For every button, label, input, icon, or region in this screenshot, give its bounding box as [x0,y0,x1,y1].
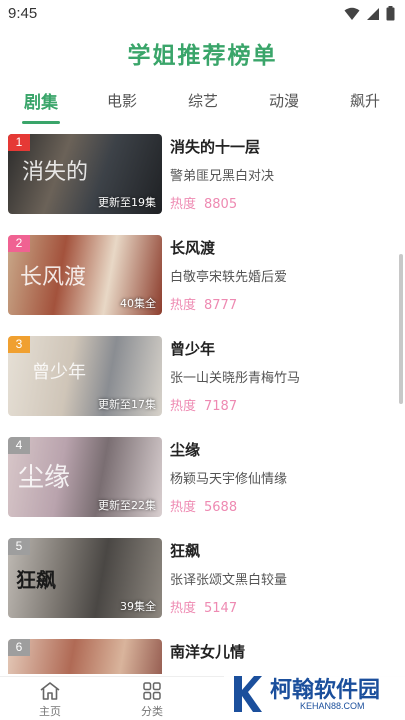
heat-score: 热度 8805 [170,193,237,212]
heat-value: 5688 [204,500,238,515]
nav-category-label: 分类 [141,705,163,718]
poster: 长风渡 2 40集全 [8,235,162,315]
item-title: 曾少年 [170,340,216,358]
watermark-logo-icon [234,676,262,712]
poster: 尘缘 4 更新至22集 [8,437,162,517]
tab-variety[interactable]: 综艺 [173,90,233,111]
tab-anime[interactable]: 动漫 [254,90,314,111]
page-title: 学姐推荐榜单 [127,43,278,69]
nav-home[interactable]: 主页 [20,681,80,719]
poster: 消失的 1 更新至19集 [8,134,162,214]
watermark: 柯翰软件园 KEHAN88.COM [224,668,405,720]
list-item[interactable]: 长风渡 2 40集全 长风渡 白敬亭宋轶先婚后爱 热度 8777 [8,235,398,317]
episode-status: 更新至19集 [98,196,156,209]
heat-label: 热度 [170,399,197,414]
rank-badge: 5 [8,538,30,555]
item-title: 长风渡 [170,239,216,257]
heat-score: 热度 5688 [170,496,237,515]
poster-title: 曾少年 [32,362,86,383]
status-bar: 9:45 [0,0,405,28]
heat-value: 5147 [204,601,238,616]
category-tabs: 剧集 电影 综艺 动漫 飙升 [0,86,405,126]
item-title: 南洋女儿情 [170,643,246,661]
list-item[interactable]: 狂飙 5 39集全 狂飙 张译张颂文黑白较量 热度 5147 [8,538,398,620]
battery-icon [386,6,395,21]
item-description: 警弟匪兄黑白对决 [170,169,275,184]
item-title: 狂飙 [170,542,201,560]
watermark-subtext: KEHAN88.COM [300,701,365,711]
heat-label: 热度 [170,298,197,313]
ranking-list[interactable]: 消失的 1 更新至19集 消失的十一层 警弟匪兄黑白对决 热度 8805 长风渡 … [0,134,405,674]
tab-drama[interactable]: 剧集 [11,88,71,113]
heat-value: 8777 [204,298,238,313]
tab-trending[interactable]: 飙升 [335,90,395,111]
poster-title: 尘缘 [18,463,71,493]
nav-category[interactable]: 分类 [122,681,182,719]
rank-badge: 4 [8,437,30,454]
item-title: 尘缘 [170,441,201,459]
signal-icon [367,7,379,20]
heat-label: 热度 [170,601,197,616]
rank-badge: 3 [8,336,30,353]
status-icons [344,6,395,21]
item-title: 消失的十一层 [170,138,261,156]
poster: 曾少年 3 更新至17集 [8,336,162,416]
wifi-icon [344,7,360,20]
rank-badge: 1 [8,134,30,151]
item-description: 张译张颂文黑白较量 [170,573,288,588]
active-tab-indicator [22,121,60,124]
nav-home-label: 主页 [39,705,61,718]
grid-icon [143,682,161,700]
item-description: 杨颖马天宇修仙情缘 [170,472,288,487]
poster: 狂飙 5 39集全 [8,538,162,618]
rank-badge: 2 [8,235,30,252]
episode-status: 39集全 [120,600,156,613]
scrollbar[interactable] [399,254,403,404]
rank-badge: 6 [8,639,30,656]
heat-score: 热度 8777 [170,294,237,313]
list-item[interactable]: 消失的 1 更新至19集 消失的十一层 警弟匪兄黑白对决 热度 8805 [8,134,398,216]
poster-title: 狂飙 [16,568,56,592]
heat-value: 7187 [204,399,238,414]
episode-status: 40集全 [120,297,156,310]
episode-status: 更新至22集 [98,499,156,512]
episode-status: 更新至17集 [98,398,156,411]
list-item[interactable]: 曾少年 3 更新至17集 曾少年 张一山关晓彤青梅竹马 热度 7187 [8,336,398,418]
list-item[interactable]: 尘缘 4 更新至22集 尘缘 杨颖马天宇修仙情缘 热度 5688 [8,437,398,519]
item-description: 张一山关晓彤青梅竹马 [170,371,301,386]
watermark-text: 柯翰软件园 [270,678,381,703]
item-description: 白敬亭宋轶先婚后爱 [170,270,288,285]
heat-score: 热度 7187 [170,395,237,414]
tab-movie[interactable]: 电影 [92,90,152,111]
heat-label: 热度 [170,197,197,212]
heat-score: 热度 5147 [170,597,237,616]
poster-title: 消失的 [22,160,89,185]
heat-value: 8805 [204,197,238,212]
home-icon [40,682,60,700]
status-time: 9:45 [8,5,38,22]
heat-label: 热度 [170,500,197,515]
poster: 6 [8,639,162,674]
poster-title: 长风渡 [20,265,87,290]
